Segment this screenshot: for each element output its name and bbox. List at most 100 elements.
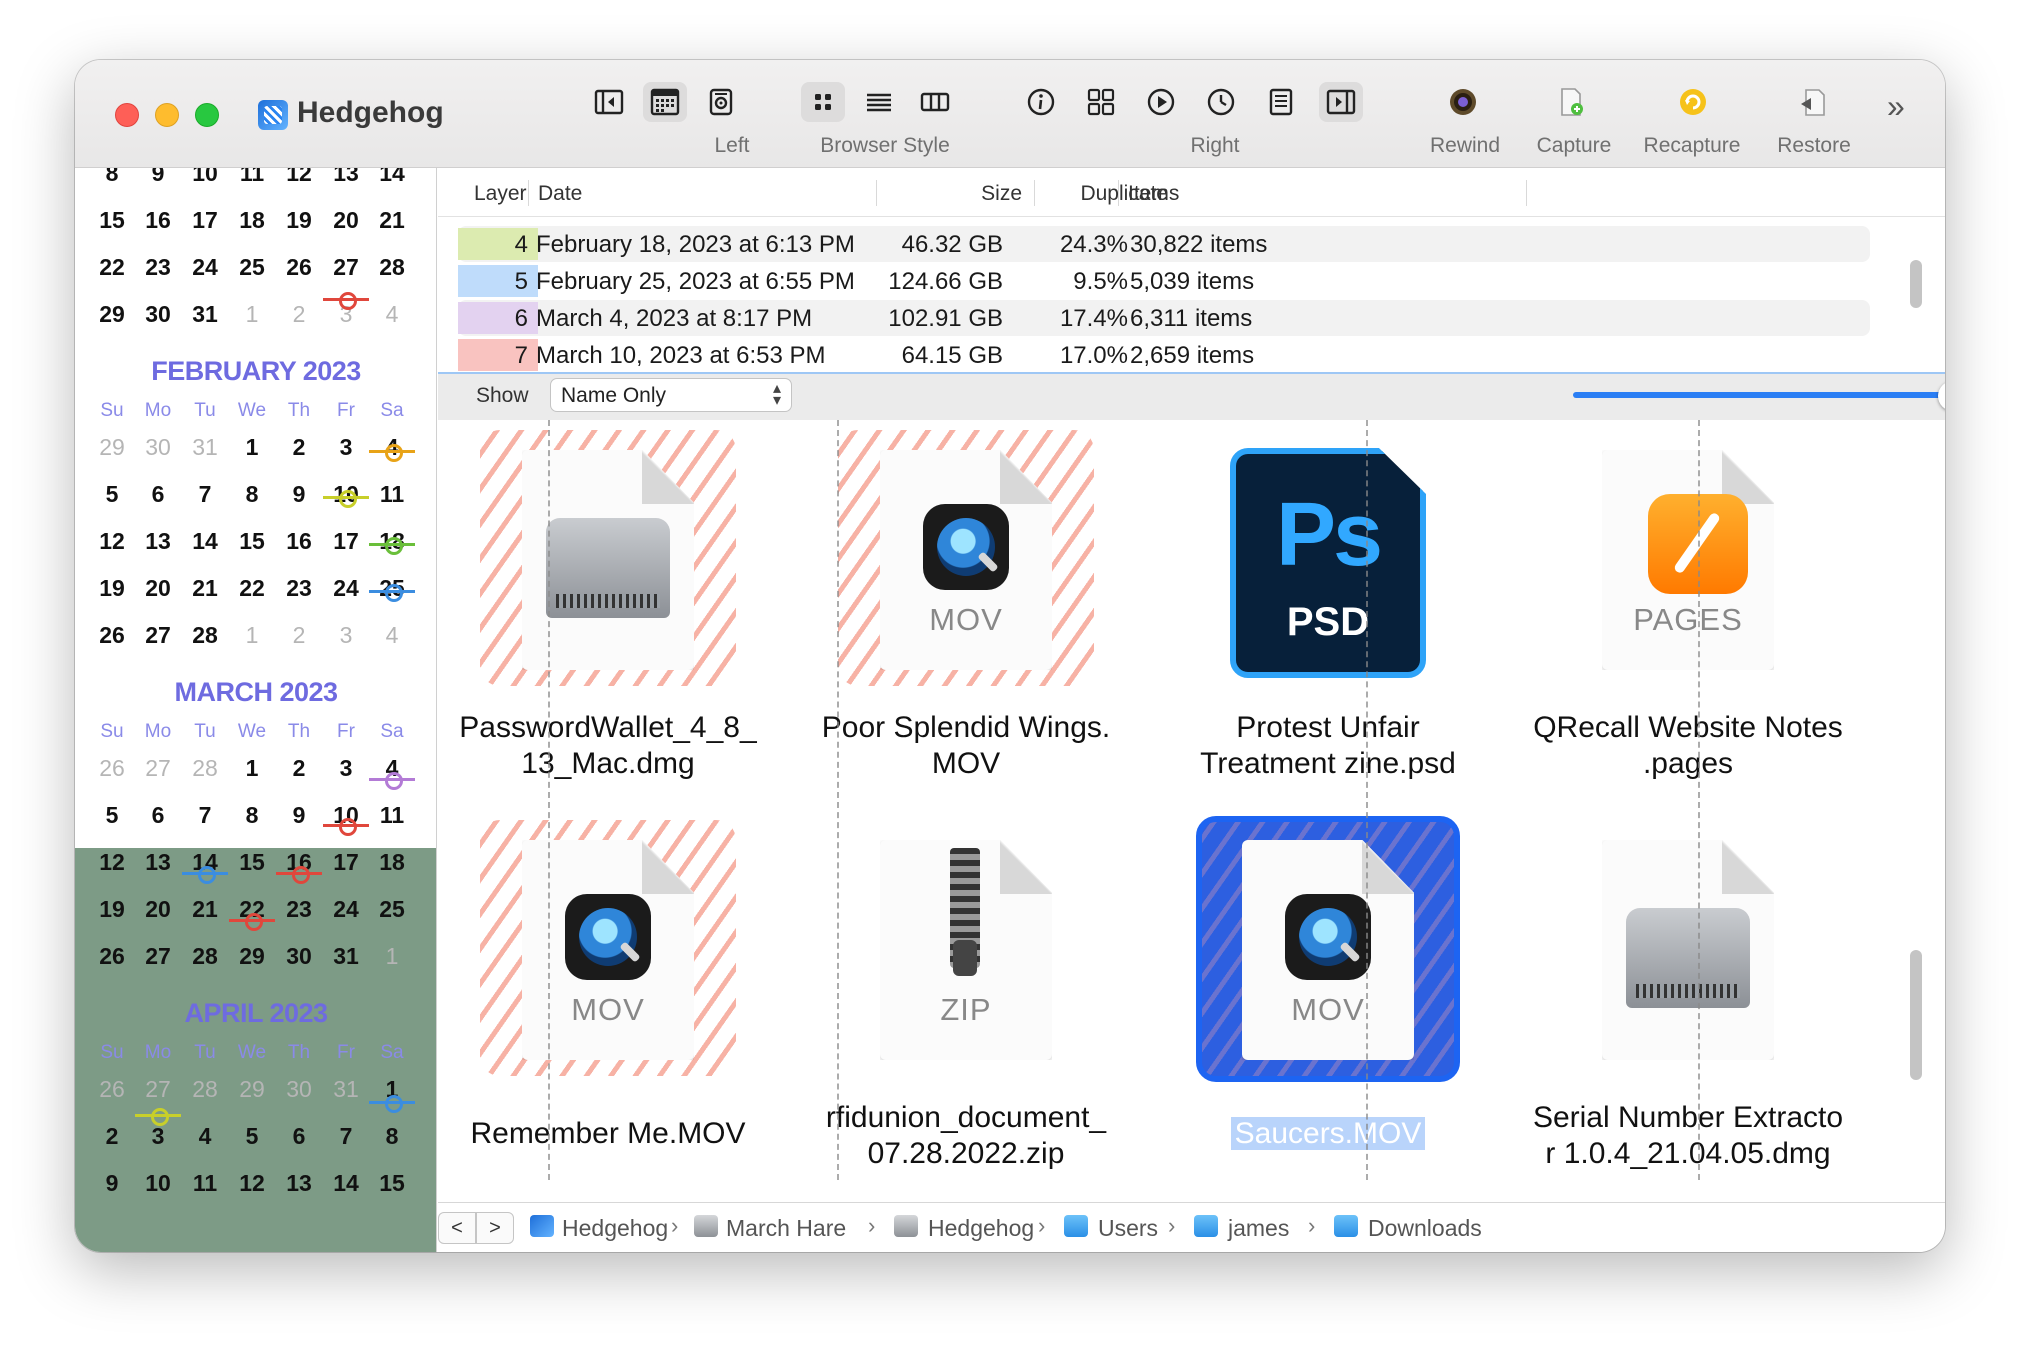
calendar-day[interactable]: 7 (323, 1123, 369, 1150)
calendar-day[interactable]: 1 (369, 943, 415, 970)
calendar-day[interactable]: 23 (276, 575, 322, 602)
calendar-day[interactable]: 10 (135, 1170, 181, 1197)
calendar-day[interactable]: 20 (135, 575, 181, 602)
calendar-day[interactable]: 13 (276, 1170, 322, 1197)
calendar-day[interactable]: 22 (229, 575, 275, 602)
calendar-day[interactable]: 11 (369, 481, 415, 508)
close-button[interactable] (115, 103, 139, 127)
calendar-sidebar[interactable]: 8 9 10 11 12 13 14 15 16 17 18 19 20 21 22 23 24 25 26 27 28… (75, 168, 437, 1252)
rewind-icon[interactable] (1441, 82, 1485, 122)
col-header-date[interactable]: Date (538, 182, 582, 206)
calendar-day[interactable]: 15 (89, 207, 135, 234)
history-icon[interactable] (1199, 82, 1243, 122)
toolbar-overflow-button[interactable]: » (1887, 88, 1905, 125)
left-toggle-icon[interactable] (587, 82, 631, 122)
calendar-day[interactable]: 22 (89, 254, 135, 281)
icon-view-icon[interactable] (801, 82, 845, 122)
calendar-day[interactable]: 11 (369, 802, 415, 829)
calendar-day[interactable]: 26 (89, 622, 135, 649)
table-row[interactable]: 5 February 25, 2023 at 6:55 PM 124.66 GB 9.… (458, 263, 1870, 299)
calendar-day[interactable]: 12 (276, 168, 322, 187)
right-toggle-icon[interactable] (1319, 82, 1363, 122)
calendar-day[interactable]: 29 (89, 301, 135, 328)
calendar-day[interactable]: 28 (182, 755, 228, 782)
calendar-day[interactable]: 21 (182, 896, 228, 923)
calendar-day[interactable]: 19 (89, 896, 135, 923)
calendar-day[interactable]: 7 (182, 802, 228, 829)
forward-button[interactable]: > (476, 1212, 514, 1244)
list-view-icon[interactable] (857, 82, 901, 122)
calendar-day[interactable]: 29 (89, 434, 135, 461)
calendar-day[interactable]: 27 (135, 622, 181, 649)
calendar-day[interactable]: 31 (182, 434, 228, 461)
column-view-icon[interactable] (913, 82, 957, 122)
calendar-day[interactable]: 3 (323, 755, 369, 782)
calendar-day[interactable]: 8 (89, 168, 135, 187)
info-icon[interactable] (1019, 82, 1063, 122)
table-row[interactable]: 7 March 10, 2023 at 6:53 PM 64.15 GB 17.0% 2… (458, 337, 1870, 373)
calendar-day[interactable]: 15 (229, 849, 275, 876)
path-item-march-hare[interactable]: March Hare (726, 1215, 846, 1242)
calendar-day[interactable]: 27 (323, 254, 369, 281)
calendar-day[interactable]: 14 (182, 528, 228, 555)
icon-size-slider-knob[interactable] (1938, 381, 1945, 411)
calendar-day[interactable]: 9 (135, 168, 181, 187)
calendar-day[interactable]: 24 (323, 575, 369, 602)
table-row[interactable]: 6 March 4, 2023 at 8:17 PM 102.91 GB 17.4% 6… (458, 300, 1870, 336)
calendar-day[interactable]: 26 (89, 1076, 135, 1103)
calendar-day[interactable]: 2 (89, 1123, 135, 1150)
file-browser-grid[interactable]: PasswordWallet_4_8_ 13_Mac.dmg MOV Poor S… (438, 420, 1945, 1202)
capture-icon[interactable] (1549, 82, 1593, 122)
calendar-day[interactable]: 13 (135, 528, 181, 555)
calendar-day[interactable]: 21 (182, 575, 228, 602)
calendar-day[interactable]: 31 (323, 943, 369, 970)
calendar-day[interactable]: 8 (369, 1123, 415, 1150)
calendar-day[interactable]: 17 (323, 528, 369, 555)
zoom-button[interactable] (195, 103, 219, 127)
calendar-day[interactable]: 9 (276, 481, 322, 508)
calendar-day[interactable]: 5 (89, 481, 135, 508)
calendar-day[interactable]: 25 (369, 896, 415, 923)
restore-icon[interactable] (1791, 82, 1835, 122)
calendar-day[interactable]: 8 (229, 481, 275, 508)
back-button[interactable]: < (438, 1212, 476, 1244)
calendar-day[interactable]: 25 (229, 254, 275, 281)
calendar-day[interactable]: 12 (89, 528, 135, 555)
col-header-layer[interactable]: Layer (474, 182, 527, 206)
calendar-day[interactable]: 9 (276, 802, 322, 829)
calendar-day[interactable]: 24 (182, 254, 228, 281)
path-item-hedgehog-volume[interactable]: Hedgehog (928, 1215, 1034, 1242)
calendar-day[interactable]: 27 (135, 755, 181, 782)
calendar-day[interactable]: 20 (135, 896, 181, 923)
recapture-icon[interactable] (1671, 82, 1715, 122)
calendar-day[interactable]: 1 (229, 301, 275, 328)
rewind-button[interactable]: Rewind (1415, 134, 1515, 158)
calendar-day[interactable]: 30 (135, 434, 181, 461)
restore-button[interactable]: Restore (1759, 134, 1869, 158)
archive-icon[interactable] (699, 82, 743, 122)
calendar-day[interactable]: 3 (323, 622, 369, 649)
calendar-day[interactable]: 29 (229, 1076, 275, 1103)
calendar-day[interactable]: 6 (135, 481, 181, 508)
calendar-day[interactable]: 1 (229, 622, 275, 649)
grid-icon[interactable] (1079, 82, 1123, 122)
calendar-day[interactable]: 5 (229, 1123, 275, 1150)
calendar-day[interactable]: 12 (229, 1170, 275, 1197)
calendar-day[interactable]: 19 (89, 575, 135, 602)
col-header-items[interactable]: Items (1128, 182, 1179, 206)
calendar-day[interactable]: 23 (276, 896, 322, 923)
calendar-day[interactable]: 2 (276, 301, 322, 328)
calendar-day[interactable]: 1 (229, 434, 275, 461)
calendar-day[interactable]: 4 (369, 622, 415, 649)
calendar-day[interactable]: 9 (89, 1170, 135, 1197)
calendar-day[interactable]: 2 (276, 434, 322, 461)
calendar-day[interactable]: 14 (369, 168, 415, 187)
calendar-day[interactable]: 23 (135, 254, 181, 281)
calendar-day[interactable]: 8 (229, 802, 275, 829)
path-item-downloads[interactable]: Downloads (1368, 1215, 1482, 1242)
layers-table[interactable]: Layer Date Size Duplicate Items 4 Februar… (438, 168, 1945, 371)
minimize-button[interactable] (155, 103, 179, 127)
calendar-day[interactable]: 7 (182, 481, 228, 508)
icon-size-slider-track[interactable] (1573, 392, 1945, 398)
calendar-day[interactable]: 13 (135, 849, 181, 876)
